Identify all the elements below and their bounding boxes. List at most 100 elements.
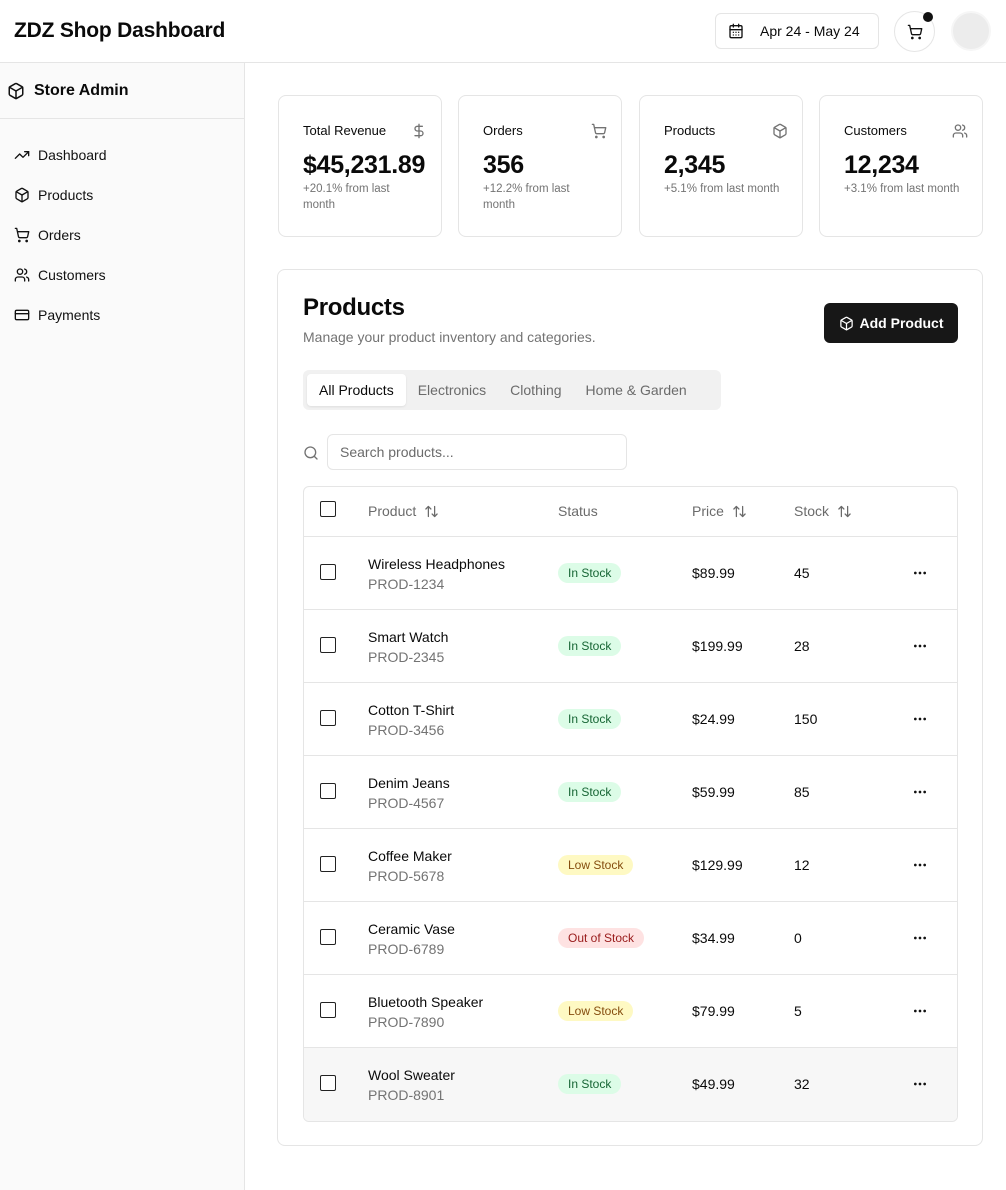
row-checkbox[interactable] — [320, 1002, 336, 1018]
column-label: Product — [368, 503, 417, 519]
users-icon — [952, 124, 968, 138]
status-badge: In Stock — [558, 636, 622, 656]
stat-label: Customers — [844, 123, 907, 138]
table-row[interactable]: Bluetooth Speaker PROD-7890 Low Stock $7… — [304, 975, 957, 1048]
product-name: Wireless Headphones — [368, 556, 505, 572]
product-price: $49.99 — [692, 1076, 735, 1092]
product-name: Bluetooth Speaker — [368, 994, 484, 1010]
product-price: $199.99 — [692, 638, 743, 654]
sidebar-item-label: Dashboard — [38, 147, 107, 163]
product-stock: 85 — [794, 784, 810, 800]
sort-icon — [838, 505, 851, 517]
more-horizontal-icon — [914, 644, 926, 648]
table-header: Product Status Price Stock — [304, 487, 957, 537]
table-body: Wireless Headphones PROD-1234 In Stock $… — [304, 537, 957, 1121]
row-checkbox[interactable] — [320, 929, 336, 945]
table-row[interactable]: Ceramic Vase PROD-6789 Out of Stock $34.… — [304, 902, 957, 975]
product-stock: 0 — [794, 930, 802, 946]
product-name: Denim Jeans — [368, 775, 450, 791]
row-checkbox[interactable] — [320, 783, 336, 799]
product-id: PROD-2345 — [368, 649, 445, 665]
row-actions-button[interactable] — [910, 563, 930, 583]
row-checkbox[interactable] — [320, 564, 336, 580]
row-actions-button[interactable] — [910, 928, 930, 948]
stat-note: +3.1% from last month — [844, 183, 960, 195]
users-icon — [14, 268, 30, 282]
package-icon — [773, 123, 787, 139]
tab-home-garden[interactable]: Home & Garden — [574, 374, 699, 406]
stat-card-products: Products 2,345 +5.1% from last month — [639, 95, 803, 237]
column-product[interactable]: Product — [368, 503, 439, 519]
row-actions-button[interactable] — [910, 782, 930, 802]
sidebar-item-orders[interactable]: Orders — [0, 215, 244, 255]
table-row[interactable]: Wool Sweater PROD-8901 In Stock $49.99 3… — [304, 1048, 957, 1121]
column-label: Stock — [794, 503, 830, 519]
stat-label: Products — [664, 123, 716, 138]
sidebar-nav: Dashboard Products Orders Customers Paym… — [0, 119, 244, 335]
sidebar-item-payments[interactable]: Payments — [0, 295, 244, 335]
sidebar-item-customers[interactable]: Customers — [0, 255, 244, 295]
table-row[interactable]: Wireless Headphones PROD-1234 In Stock $… — [304, 537, 957, 610]
product-stock: 45 — [794, 565, 810, 581]
stat-value: $45,231.89 — [303, 151, 426, 179]
stat-label: Orders — [483, 123, 523, 138]
sidebar-item-products[interactable]: Products — [0, 175, 244, 215]
table-row[interactable]: Denim Jeans PROD-4567 In Stock $59.99 85 — [304, 756, 957, 829]
row-actions-button[interactable] — [910, 1074, 930, 1094]
select-all-checkbox[interactable] — [320, 501, 336, 517]
tab-clothing[interactable]: Clothing — [498, 374, 573, 406]
product-stock: 28 — [794, 638, 810, 654]
status-badge: Low Stock — [558, 1001, 634, 1021]
product-id: PROD-4567 — [368, 795, 445, 811]
column-price[interactable]: Price — [692, 503, 747, 519]
row-checkbox[interactable] — [320, 637, 336, 653]
table-row[interactable]: Cotton T-Shirt PROD-3456 In Stock $24.99… — [304, 683, 957, 756]
search-input[interactable] — [327, 434, 627, 470]
add-product-button[interactable]: Add Product — [824, 303, 958, 343]
sidebar: Store Admin Dashboard Products Orders Cu… — [0, 63, 245, 1190]
table-row[interactable]: Coffee Maker PROD-5678 Low Stock $129.99… — [304, 829, 957, 902]
stat-card-orders: Orders 356 +12.2% from last month — [458, 95, 622, 237]
stat-card-revenue: Total Revenue $45,231.89 +20.1% from las… — [278, 95, 442, 237]
cart-notification-dot — [923, 12, 933, 22]
product-id: PROD-7890 — [368, 1014, 445, 1030]
status-badge: In Stock — [558, 563, 622, 583]
row-checkbox[interactable] — [320, 710, 336, 726]
sidebar-item-label: Customers — [38, 267, 106, 283]
more-horizontal-icon — [914, 717, 926, 721]
cart-icon — [907, 24, 922, 39]
row-actions-button[interactable] — [910, 1001, 930, 1021]
tab-all-products[interactable]: All Products — [307, 374, 406, 406]
cart-icon — [14, 227, 30, 243]
row-actions-button[interactable] — [910, 636, 930, 656]
search-icon — [304, 446, 318, 460]
user-avatar[interactable] — [951, 11, 991, 51]
add-product-label: Add Product — [859, 315, 944, 331]
row-checkbox[interactable] — [320, 1075, 336, 1091]
date-range-button[interactable]: Apr 24 - May 24 — [715, 13, 879, 49]
table-row[interactable]: Smart Watch PROD-2345 In Stock $199.99 2… — [304, 610, 957, 683]
more-horizontal-icon — [914, 1009, 926, 1013]
stat-value: 12,234 — [844, 151, 919, 179]
product-price: $79.99 — [692, 1003, 735, 1019]
status-badge: Out of Stock — [558, 928, 645, 948]
product-name: Smart Watch — [368, 629, 449, 645]
sidebar-item-dashboard[interactable]: Dashboard — [0, 135, 244, 175]
date-range-label: Apr 24 - May 24 — [760, 23, 860, 39]
column-label: Price — [692, 503, 724, 519]
status-badge: Low Stock — [558, 855, 634, 875]
main-content: Total Revenue $45,231.89 +20.1% from las… — [245, 63, 1006, 1190]
product-name: Coffee Maker — [368, 848, 452, 864]
stat-card-customers: Customers 12,234 +3.1% from last month — [819, 95, 983, 237]
row-actions-button[interactable] — [910, 709, 930, 729]
app-title: ZDZ Shop Dashboard — [14, 19, 226, 42]
panel-subtitle: Manage your product inventory and catego… — [303, 329, 596, 345]
column-stock[interactable]: Stock — [794, 503, 852, 519]
product-id: PROD-5678 — [368, 868, 445, 884]
row-checkbox[interactable] — [320, 856, 336, 872]
row-actions-button[interactable] — [910, 855, 930, 875]
package-icon — [8, 82, 24, 99]
status-badge: In Stock — [558, 709, 622, 729]
stat-note: +12.2% from last month — [483, 183, 570, 211]
tab-electronics[interactable]: Electronics — [406, 374, 498, 406]
